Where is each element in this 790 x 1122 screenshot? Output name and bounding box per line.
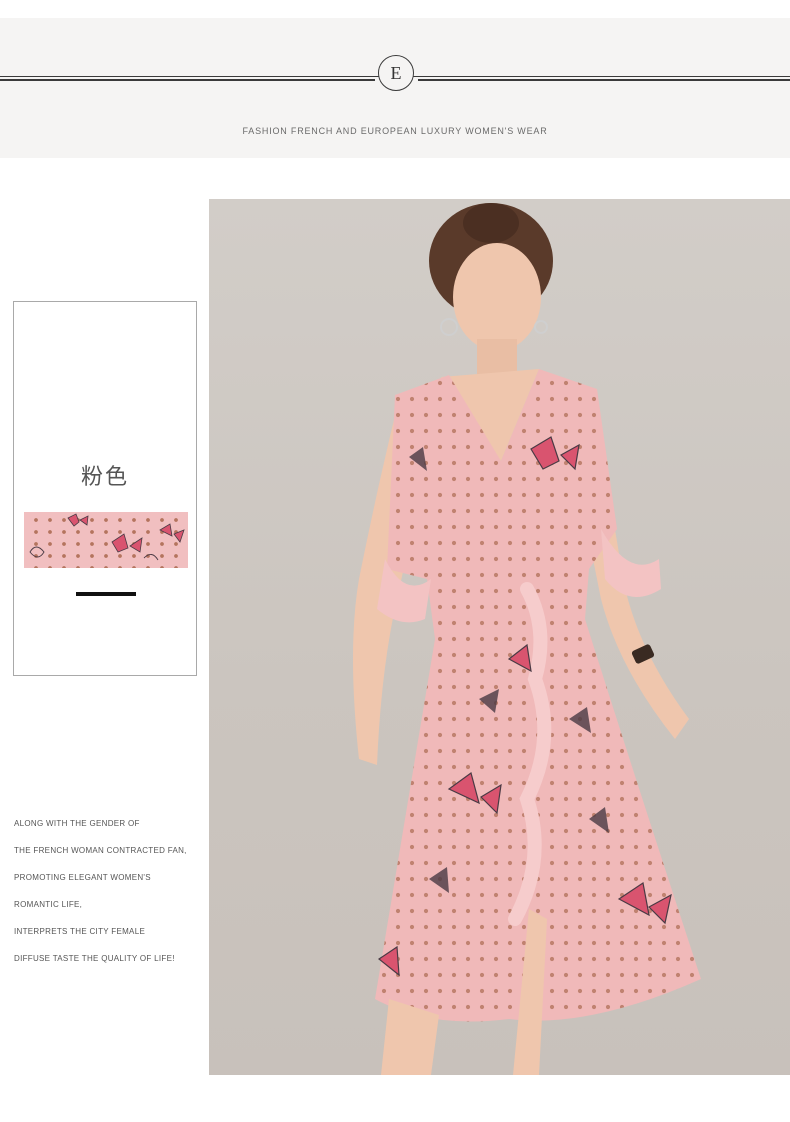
description-line: THE FRENCH WOMAN CONTRACTED FAN, xyxy=(14,846,187,855)
description-block: ALONG WITH THE GENDER OF THE FRENCH WOMA… xyxy=(14,818,204,980)
description-line: INTERPRETS THE CITY FEMALE xyxy=(14,927,146,936)
brand-logo-icon: E xyxy=(378,55,414,91)
model-photo-icon xyxy=(353,203,701,1075)
header-tagline: FASHION FRENCH AND EUROPEAN LUXURY WOMEN… xyxy=(242,126,548,136)
butterfly-print-icon xyxy=(29,513,185,561)
color-swatch-card: 粉色 xyxy=(13,301,197,676)
model-photo xyxy=(209,199,790,1075)
description-line: ALONG WITH THE GENDER OF xyxy=(14,819,140,828)
color-name: 粉色 xyxy=(80,465,129,490)
header-band: E FASHION FRENCH AND EUROPEAN LUXURY WOM… xyxy=(0,18,790,158)
swatch-underline xyxy=(76,592,136,596)
description-line: ROMANTIC LIFE, xyxy=(14,900,83,909)
description-line: DIFFUSE TASTE THE QUALITY OF LIFE! xyxy=(14,954,175,963)
fabric-swatch-image xyxy=(24,512,188,568)
header-divider-right xyxy=(418,79,790,81)
header-divider-left xyxy=(0,79,375,81)
brand-logo-letter: E xyxy=(390,62,402,83)
description-line: PROMOTING ELEGANT WOMEN'S xyxy=(14,873,151,882)
